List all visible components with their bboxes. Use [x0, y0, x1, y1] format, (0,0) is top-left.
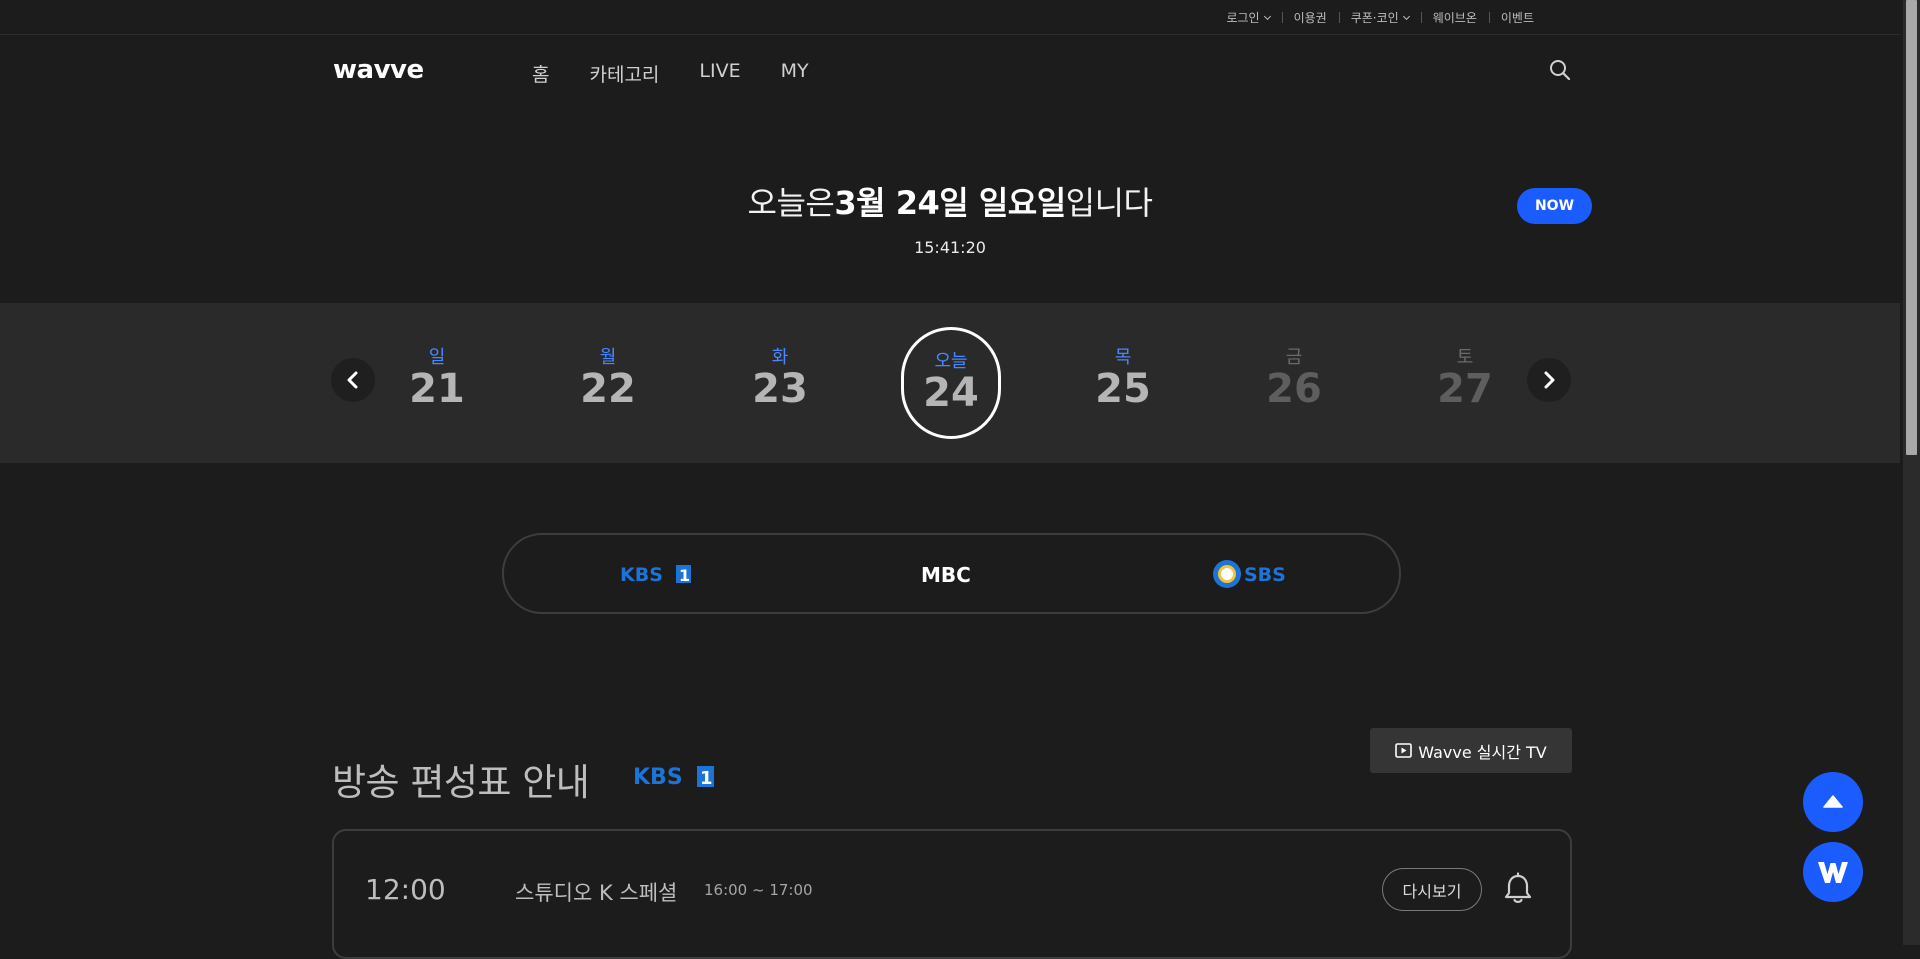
ticket-label: 이용권 — [1293, 11, 1327, 25]
replay-button[interactable]: 다시보기 — [1382, 868, 1482, 911]
play-icon — [1395, 743, 1413, 758]
day-number: 22 — [580, 366, 636, 412]
channel-kbs1[interactable]: KBS 1 — [620, 557, 692, 591]
date-selector: 일 21 월 22 화 23 오늘 24 목 25 금 26 토 27 — [0, 303, 1900, 463]
wavve-app-button[interactable] — [1803, 842, 1863, 902]
ticket-menu[interactable]: 이용권 — [1281, 9, 1339, 26]
nav-category[interactable]: 카테고리 — [589, 60, 659, 87]
day-of-week: 토 — [1456, 347, 1474, 368]
kbs-logo-badge: 1 — [679, 566, 690, 585]
day-25[interactable]: 목 25 — [1078, 343, 1168, 411]
sbs-logo-text: SBS — [1244, 564, 1286, 586]
kbs1-logo: KBS 1 — [620, 564, 691, 586]
scrollbar-thumb[interactable] — [1906, 0, 1917, 455]
kbs-logo-text: KBS — [620, 564, 663, 586]
day-number: 21 — [409, 366, 465, 412]
program-title: 스튜디오 K 스페셜 — [515, 881, 678, 905]
event-label: 이벤트 — [1500, 11, 1534, 25]
bell-icon — [1504, 872, 1532, 903]
search-icon — [1550, 60, 1571, 81]
mbc-logo-text: MBC — [921, 563, 971, 586]
chevron-down-icon — [1402, 12, 1410, 20]
day-of-week: 일 — [428, 347, 446, 368]
global-nav: wavve 홈 카테고리 LIVE MY — [332, 52, 1572, 92]
coupon-coin-menu[interactable]: 쿠폰·코인 — [1338, 9, 1421, 26]
kbs-logo-badge: 1 — [700, 768, 713, 789]
day-number: 24 — [923, 370, 979, 416]
day-21[interactable]: 일 21 — [392, 343, 482, 411]
live-tv-label: Wavve 실시간 TV — [1418, 742, 1547, 762]
program-time-range: 16:00 ~ 17:00 — [704, 881, 813, 899]
next-week-button[interactable] — [1527, 358, 1571, 402]
nav-live[interactable]: LIVE — [699, 60, 740, 87]
kbs-logo-text: KBS — [633, 765, 683, 790]
scrollbar[interactable] — [1903, 0, 1920, 945]
utility-bar: 로그인 이용권 쿠폰·코인 웨이브온 이벤트 — [0, 0, 1900, 35]
today-header: 오늘은3월 24일 일요일입니다 15:41:20 — [0, 178, 1900, 257]
wavve-logo[interactable]: wavve — [333, 55, 424, 85]
today-prefix: 오늘은 — [747, 184, 835, 222]
day-of-week: 오늘 — [934, 351, 968, 372]
day-number: 23 — [752, 366, 808, 412]
now-button[interactable]: NOW — [1517, 188, 1592, 224]
today-text: 오늘은3월 24일 일요일입니다 — [0, 178, 1900, 224]
wavve-w-icon — [1818, 862, 1848, 883]
channel-selector: KBS 1 MBC SBS — [502, 533, 1401, 614]
program-time: 12:00 — [365, 873, 446, 906]
wavve-live-tv-button[interactable]: Wavve 실시간 TV — [1370, 728, 1572, 773]
chevron-left-icon — [347, 371, 358, 389]
today-suffix: 입니다 — [1065, 184, 1153, 222]
alarm-button[interactable] — [1500, 871, 1536, 907]
coupon-coin-label: 쿠폰·코인 — [1350, 11, 1399, 25]
current-time: 15:41:20 — [914, 238, 986, 257]
schedule-title: 방송 편성표 안내 — [332, 761, 590, 804]
day-24-today[interactable]: 오늘 24 — [901, 327, 1001, 439]
day-23[interactable]: 화 23 — [735, 343, 825, 411]
arrow-up-icon — [1823, 795, 1843, 808]
wavve-on-menu[interactable]: 웨이브온 — [1420, 9, 1489, 26]
channel-mbc[interactable]: MBC — [921, 557, 985, 591]
sbs-logo: SBS — [1213, 560, 1286, 588]
day-of-week: 화 — [771, 347, 789, 368]
day-number: 25 — [1095, 366, 1151, 412]
chevron-right-icon — [1544, 371, 1555, 389]
nav-home[interactable]: 홈 — [532, 60, 549, 87]
utility-menu: 로그인 이용권 쿠폰·코인 웨이브온 이벤트 — [1214, 9, 1546, 26]
main-nav: 홈 카테고리 LIVE MY — [532, 60, 809, 87]
program-row: 12:00 스튜디오 K 스페셜 16:00 ~ 17:00 다시보기 — [332, 829, 1572, 959]
day-of-week: 목 — [1114, 347, 1132, 368]
login-label: 로그인 — [1226, 11, 1260, 25]
login-menu[interactable]: 로그인 — [1214, 9, 1281, 26]
prev-week-button[interactable] — [331, 358, 375, 402]
search-button[interactable] — [1548, 58, 1572, 82]
scroll-top-button[interactable] — [1803, 772, 1863, 832]
schedule-channel-logo: KBS 1 — [633, 762, 715, 794]
channel-sbs[interactable]: SBS — [1212, 557, 1292, 591]
today-date: 3월 24일 일요일 — [834, 184, 1066, 222]
nav-my[interactable]: MY — [781, 60, 809, 87]
day-26[interactable]: 금 26 — [1249, 343, 1339, 411]
day-number: 27 — [1437, 366, 1493, 412]
day-of-week: 금 — [1285, 347, 1303, 368]
day-number: 26 — [1266, 366, 1322, 412]
day-22[interactable]: 월 22 — [563, 343, 653, 411]
day-27[interactable]: 토 27 — [1420, 343, 1510, 411]
chevron-down-icon — [1263, 12, 1271, 20]
mbc-logo: MBC — [921, 563, 971, 586]
kbs1-logo: KBS 1 — [633, 765, 714, 790]
event-menu[interactable]: 이벤트 — [1488, 9, 1546, 26]
day-of-week: 월 — [599, 347, 617, 368]
wavve-on-label: 웨이브온 — [1432, 11, 1477, 25]
